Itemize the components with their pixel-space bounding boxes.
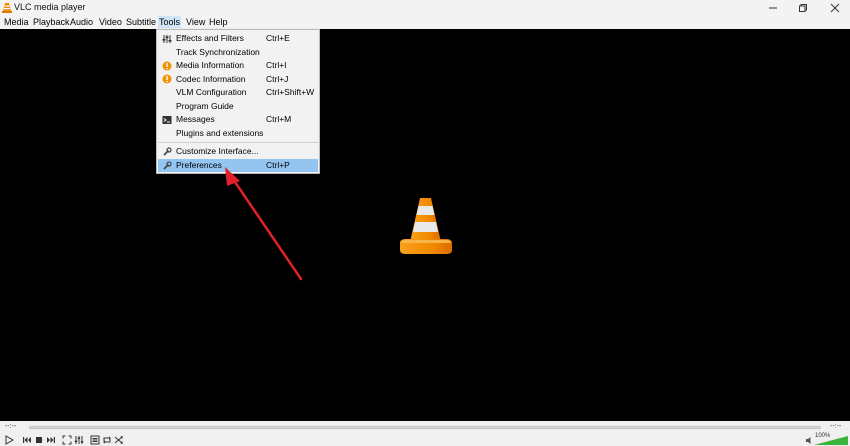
menu-item-label: Track Synchronization: [176, 46, 260, 57]
stop-button[interactable]: [33, 434, 44, 445]
elapsed-time: --:--: [5, 423, 17, 430]
fullscreen-button[interactable]: [61, 434, 72, 445]
playlist-button[interactable]: [89, 434, 100, 445]
minimize-icon: [769, 7, 777, 8]
shuffle-icon: [114, 435, 123, 444]
menu-item-label: Effects and Filters: [176, 33, 244, 43]
menu-item-label: Codec Information: [176, 73, 246, 84]
close-icon: [830, 3, 840, 12]
menu-item-label: Media Information: [176, 60, 245, 70]
next-icon: [46, 436, 55, 443]
previous-button[interactable]: [21, 434, 32, 445]
menu-item-media-information[interactable]: Media Information Ctrl+I: [158, 59, 318, 72]
extended-settings-button[interactable]: [73, 434, 84, 445]
menu-item-effects-and-filters[interactable]: Effects and Filters Ctrl+E: [158, 32, 318, 45]
menu-separator: [158, 142, 318, 143]
menu-help[interactable]: Help: [208, 16, 229, 28]
remaining-time: --:--: [830, 423, 842, 430]
menu-item-label: Plugins and extensions: [176, 127, 264, 138]
info-icon: [161, 60, 172, 71]
play-icon: [5, 434, 14, 445]
menu-video[interactable]: Video: [98, 16, 123, 28]
menu-item-messages[interactable]: Messages Ctrl+M: [158, 113, 318, 126]
menu-media[interactable]: Media: [3, 16, 30, 28]
vlc-cone-logo: [400, 198, 452, 254]
menu-item-shortcut: Ctrl+J: [266, 73, 289, 84]
menu-item-shortcut: Ctrl+P: [266, 160, 290, 170]
menu-item-program-guide[interactable]: Program Guide: [158, 100, 318, 113]
seek-row: --:-- --:--: [0, 421, 850, 433]
previous-icon: [22, 436, 31, 443]
volume-speaker-icon[interactable]: [805, 436, 814, 445]
tools-menu-dropdown: Effects and Filters Ctrl+E Track Synchro…: [156, 29, 320, 174]
playlist-icon: [90, 435, 99, 444]
menu-item-shortcut: Ctrl+I: [266, 60, 287, 70]
menu-audio[interactable]: Audio: [69, 16, 94, 28]
info-icon: [161, 74, 172, 85]
menu-item-shortcut: Ctrl+M: [266, 114, 292, 124]
restore-icon: [799, 3, 807, 12]
menu-item-label: Preferences: [176, 160, 222, 170]
loop-icon: [102, 436, 111, 443]
extended-settings-icon: [74, 435, 83, 444]
menu-view[interactable]: View: [185, 16, 206, 28]
menu-playback[interactable]: Playback: [32, 16, 71, 28]
menu-item-shortcut: Ctrl+Shift+W: [266, 87, 315, 97]
menu-item-track-synchronization[interactable]: Track Synchronization: [158, 46, 318, 59]
menu-bar: Media Playback Audio Video Subtitle Tool…: [0, 15, 850, 29]
play-button[interactable]: [3, 434, 14, 445]
menu-item-plugins-and-extensions[interactable]: Plugins and extensions: [158, 127, 318, 140]
menu-item-customize-interface[interactable]: Customize Interface...: [158, 145, 318, 158]
equalizer-icon: [161, 33, 172, 44]
menu-item-preferences[interactable]: Preferences Ctrl+P: [158, 159, 318, 172]
menu-item-vlm-configuration[interactable]: VLM Configuration Ctrl+Shift+W: [158, 86, 318, 99]
menu-item-codec-information[interactable]: Codec Information Ctrl+J: [158, 73, 318, 86]
volume-level-text: 100%: [815, 433, 831, 439]
next-button[interactable]: [45, 434, 56, 445]
menu-item-shortcut: Ctrl+E: [266, 33, 290, 43]
seek-slider[interactable]: [29, 426, 821, 429]
minimize-button[interactable]: [758, 0, 788, 15]
menu-item-label: VLM Configuration: [176, 87, 247, 97]
restore-button[interactable]: [788, 0, 818, 15]
menu-item-label: Program Guide: [176, 100, 234, 111]
stop-icon: [35, 436, 42, 443]
shuffle-button[interactable]: [113, 434, 124, 445]
window-title: VLC media player: [14, 2, 86, 12]
menu-tools[interactable]: Tools: [158, 16, 182, 28]
loop-button[interactable]: [101, 434, 112, 445]
menu-item-label: Messages: [176, 114, 215, 124]
fullscreen-icon: [62, 435, 71, 444]
close-button[interactable]: [820, 0, 850, 15]
menu-item-label: Customize Interface...: [176, 146, 259, 156]
menu-subtitle[interactable]: Subtitle: [125, 16, 157, 28]
title-bar: VLC media player: [0, 0, 850, 15]
wrench-icon: [161, 160, 172, 171]
control-bar: 100%: [0, 433, 850, 446]
vlc-cone-icon: [2, 3, 12, 13]
terminal-icon: [161, 114, 172, 125]
wrench-icon: [161, 146, 172, 157]
